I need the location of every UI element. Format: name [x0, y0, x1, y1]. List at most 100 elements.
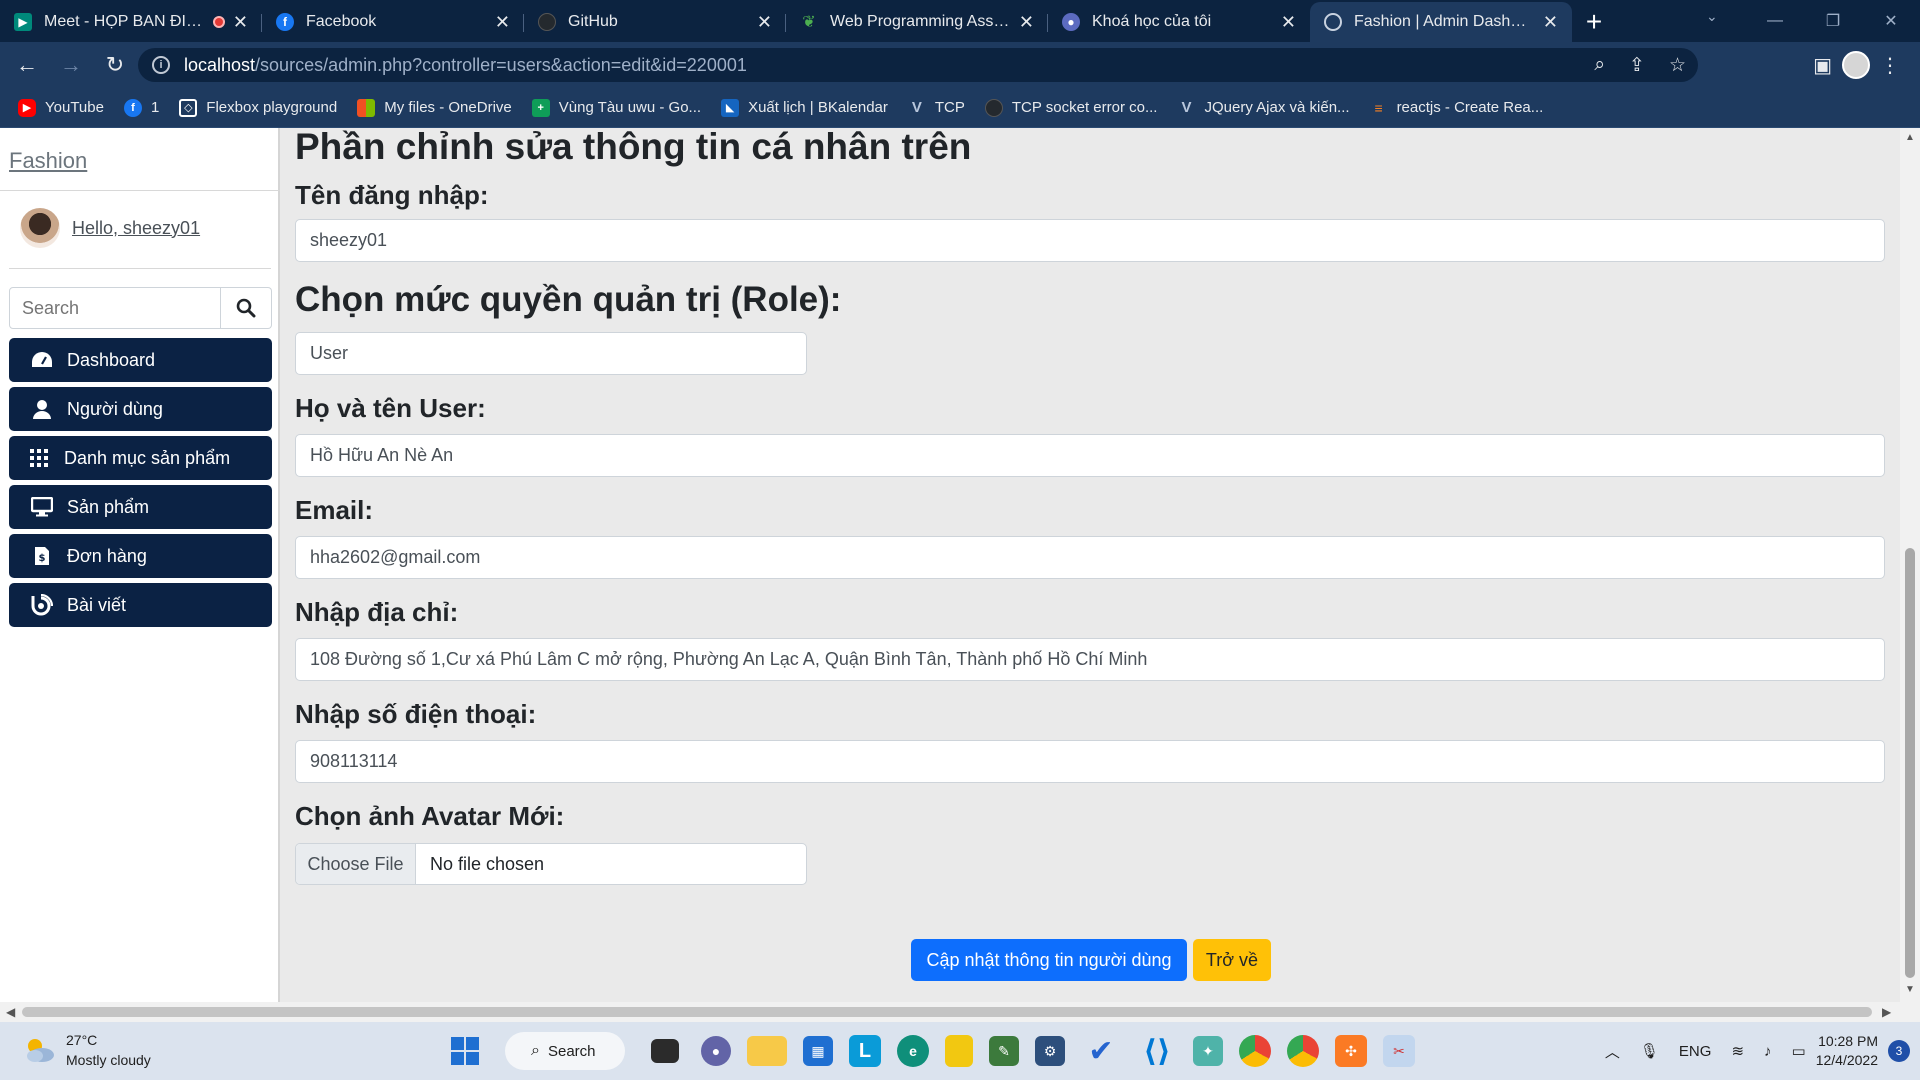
sidebar-item-users[interactable]: Người dùng: [9, 387, 272, 431]
share-icon[interactable]: ⇪: [1629, 54, 1645, 77]
start-windows-icon[interactable]: [445, 1031, 485, 1071]
power-bi-icon[interactable]: [945, 1035, 973, 1067]
chrome-profile-icon[interactable]: [1287, 1035, 1319, 1067]
app-l-icon[interactable]: L: [849, 1035, 881, 1067]
minimize-icon[interactable]: —: [1746, 0, 1804, 42]
bookmark-facebook[interactable]: f 1: [123, 98, 159, 117]
bookmark-onedrive[interactable]: My files - OneDrive: [357, 98, 512, 117]
menu-dots-icon[interactable]: ⋮: [1880, 53, 1900, 78]
new-tab-button[interactable]: +: [1572, 2, 1616, 42]
sticky-app-icon[interactable]: ✦: [1193, 1036, 1223, 1066]
bookmark-star-icon[interactable]: ☆: [1669, 54, 1686, 77]
tab-search-icon[interactable]: ⌄: [1706, 8, 1718, 25]
chrome-icon[interactable]: [1239, 1035, 1271, 1067]
update-user-button[interactable]: Cập nhật thông tin người dùng: [911, 939, 1187, 981]
side-panel-icon[interactable]: ▣: [1813, 53, 1832, 78]
file-explorer-icon[interactable]: [747, 1036, 787, 1066]
taskbar-search[interactable]: ⌕ Search: [505, 1032, 625, 1070]
maximize-icon[interactable]: ❐: [1804, 0, 1862, 42]
clock-date: 12/4/2022: [1815, 1052, 1878, 1068]
scrollbar-thumb[interactable]: [22, 1007, 1872, 1017]
tab-facebook[interactable]: f Facebook ✕: [262, 2, 524, 42]
bookmark-tcp-socket[interactable]: TCP socket error co...: [984, 98, 1157, 117]
vertical-scrollbar[interactable]: ▲ ▼: [1900, 128, 1920, 1002]
task-view-icon[interactable]: [651, 1039, 679, 1063]
snipping-app-icon[interactable]: ✎: [989, 1036, 1019, 1066]
bookmarks-bar: ▶ YouTube f 1 ◇ Flexbox playground My fi…: [0, 88, 1920, 128]
close-tab-icon[interactable]: ✕: [757, 12, 772, 33]
bookmark-reactjs[interactable]: ≡ reactjs - Create Rea...: [1370, 99, 1543, 117]
grid-icon: [28, 447, 50, 469]
clock[interactable]: 10:28 PM 12/4/2022: [1816, 1032, 1878, 1070]
fullname-field[interactable]: Hồ Hữu An Nè An: [295, 434, 1885, 477]
address-bar[interactable]: i localhost/sources/admin.php?controller…: [138, 48, 1698, 82]
battery-icon[interactable]: ▭: [1792, 1042, 1806, 1060]
tab-web-programming[interactable]: ❦ Web Programming Assignme ✕: [786, 2, 1048, 42]
notification-badge[interactable]: 3: [1888, 1040, 1910, 1062]
divider: [0, 190, 280, 191]
sidebar-item-dashboard[interactable]: Dashboard: [9, 338, 272, 382]
bookmark-youtube[interactable]: ▶ YouTube: [18, 98, 104, 117]
sidebar-item-categories[interactable]: Danh mục sản phẩm: [9, 436, 272, 480]
tab-meet[interactable]: ▶ Meet - HỌP BAN ĐIỀU ✕: [0, 2, 262, 42]
close-tab-icon[interactable]: ✕: [233, 12, 248, 33]
zoom-icon[interactable]: ⌕: [1594, 54, 1605, 76]
close-tab-icon[interactable]: ✕: [495, 12, 510, 33]
bookmark-tcp[interactable]: V TCP: [908, 99, 965, 117]
scroll-right-icon[interactable]: ▶: [1882, 1005, 1891, 1019]
tab-fashion-admin[interactable]: Fashion | Admin Dashboard ✕: [1310, 2, 1572, 42]
close-tab-icon[interactable]: ✕: [1543, 12, 1558, 33]
hello-link[interactable]: Hello, sheezy01: [72, 218, 200, 239]
search-button[interactable]: [221, 287, 272, 329]
language-indicator[interactable]: ENG: [1679, 1043, 1712, 1060]
tab-github[interactable]: GitHub ✕: [524, 2, 786, 42]
bookmark-label: Xuất lịch | BKalendar: [748, 99, 888, 116]
avatar-file-input[interactable]: Choose File No file chosen: [295, 843, 807, 885]
choose-file-button[interactable]: Choose File: [296, 844, 416, 884]
wifi-icon[interactable]: ≋: [1731, 1042, 1744, 1060]
snipping-tool-icon[interactable]: ✂: [1383, 1035, 1415, 1067]
user-greeting[interactable]: Hello, sheezy01: [20, 208, 200, 248]
search-input[interactable]: [9, 287, 221, 329]
back-icon[interactable]: ←: [10, 48, 44, 82]
role-field[interactable]: User: [295, 332, 807, 375]
sidebar-item-products[interactable]: Sản phẩm: [9, 485, 272, 529]
microsoft-store-icon[interactable]: ▦: [803, 1036, 833, 1066]
scroll-down-icon[interactable]: ▼: [1905, 984, 1915, 995]
close-tab-icon[interactable]: ✕: [1281, 12, 1296, 33]
volume-icon[interactable]: ♪: [1764, 1043, 1772, 1060]
bookmark-jquery[interactable]: V JQuery Ajax và kiến...: [1177, 99, 1349, 117]
brand-link[interactable]: Fashion: [9, 148, 87, 174]
bookmark-sheets[interactable]: + Vùng Tàu uwu - Go...: [531, 98, 701, 117]
username-field[interactable]: sheezy01: [295, 219, 1885, 262]
scroll-up-icon[interactable]: ▲: [1905, 132, 1915, 143]
ssms-icon[interactable]: ⚙: [1035, 1036, 1065, 1066]
chat-icon[interactable]: ●: [701, 1036, 731, 1066]
edge-icon[interactable]: e: [897, 1035, 929, 1067]
close-tab-icon[interactable]: ✕: [1019, 12, 1034, 33]
weather-widget[interactable]: 27°C Mostly cloudy: [22, 1030, 151, 1070]
bookmark-bkalendar[interactable]: ◣ Xuất lịch | BKalendar: [721, 98, 888, 117]
chevron-up-icon[interactable]: ︿: [1605, 1041, 1620, 1062]
site-info-icon[interactable]: i: [152, 56, 170, 74]
vscode-icon[interactable]: ⟨⟩: [1137, 1031, 1177, 1071]
back-button[interactable]: Trở về: [1193, 939, 1271, 981]
tab-khoa-hoc[interactable]: ● Khoá học của tôi ✕: [1048, 2, 1310, 42]
address-field[interactable]: 108 Đường số 1,Cư xá Phú Lâm C mở rộng, …: [295, 638, 1885, 681]
bookmark-flexbox[interactable]: ◇ Flexbox playground: [179, 98, 337, 117]
reload-icon[interactable]: ↻: [98, 48, 132, 82]
horizontal-scrollbar[interactable]: ◀ ▶: [0, 1002, 1920, 1022]
microphone-icon[interactable]: 🎙: [1640, 1042, 1659, 1060]
scrollbar-thumb[interactable]: [1905, 548, 1915, 978]
profile-avatar[interactable]: [1842, 51, 1870, 79]
sidebar-item-posts[interactable]: Bài viết: [9, 583, 272, 627]
email-field[interactable]: hha2602@gmail.com: [295, 536, 1885, 579]
scroll-left-icon[interactable]: ◀: [6, 1005, 15, 1019]
close-window-icon[interactable]: ✕: [1862, 0, 1920, 42]
avatar: [20, 208, 60, 248]
sidebar-item-orders[interactable]: $ Đơn hàng: [9, 534, 272, 578]
xampp-icon[interactable]: ✣: [1335, 1035, 1367, 1067]
forward-icon[interactable]: →: [54, 48, 88, 82]
phone-field[interactable]: 908113114: [295, 740, 1885, 783]
todo-icon[interactable]: ✔: [1081, 1031, 1121, 1071]
